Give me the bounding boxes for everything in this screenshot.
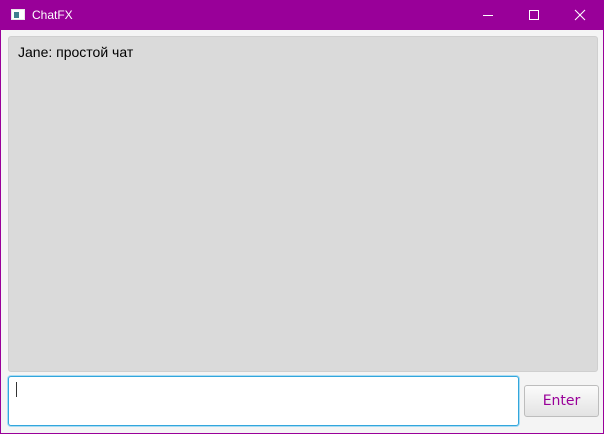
window-title: ChatFX bbox=[32, 8, 73, 22]
app-window: ChatFX Jane: простой чат Enter bbox=[0, 0, 604, 434]
text-caret bbox=[16, 382, 17, 397]
maximize-icon bbox=[529, 10, 539, 20]
minimize-icon bbox=[483, 15, 493, 16]
enter-button[interactable]: Enter bbox=[524, 385, 599, 417]
message-input[interactable] bbox=[8, 376, 519, 426]
app-icon bbox=[11, 9, 25, 20]
close-icon bbox=[574, 9, 586, 21]
close-button[interactable] bbox=[557, 0, 603, 30]
chat-message: Jane: простой чат bbox=[18, 44, 134, 60]
title-bar[interactable]: ChatFX bbox=[1, 0, 603, 30]
maximize-button[interactable] bbox=[511, 0, 557, 30]
minimize-button[interactable] bbox=[465, 0, 511, 30]
chat-history-area[interactable]: Jane: простой чат bbox=[8, 36, 598, 372]
